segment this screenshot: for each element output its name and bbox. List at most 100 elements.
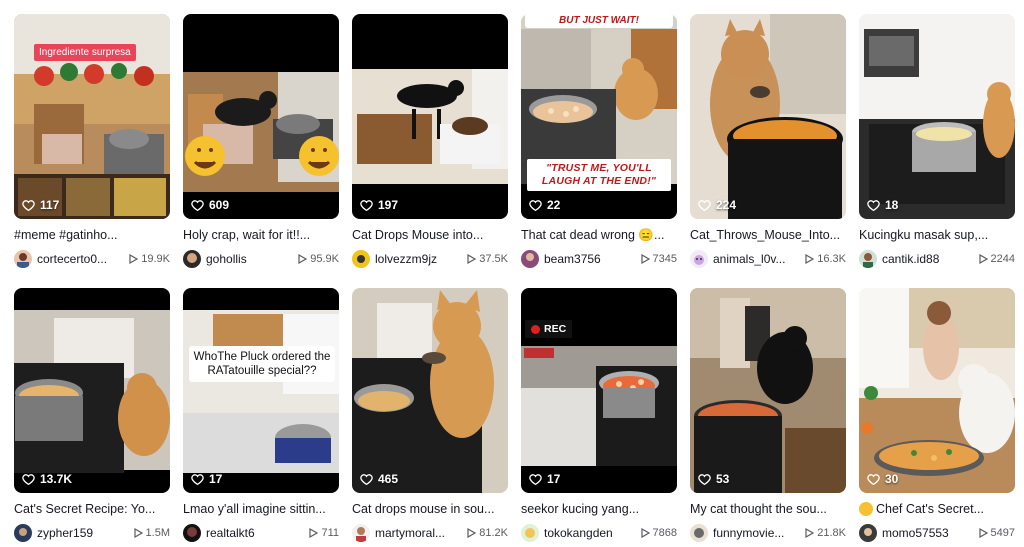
heart-outline-icon: [867, 473, 880, 485]
video-thumbnail[interactable]: 224: [690, 14, 846, 219]
plays-value: 1.5M: [145, 527, 170, 539]
likes-count: 197: [360, 198, 398, 212]
video-meta: zypher159 1.5M: [14, 524, 170, 542]
overlay-text: Ingrediente surpresa: [34, 44, 136, 61]
avatar[interactable]: [690, 250, 708, 268]
thumbnail-image: [690, 14, 846, 219]
thumbnail-image: [14, 288, 170, 493]
thumbnail-image: [859, 288, 1015, 493]
username[interactable]: martymoral...: [375, 526, 462, 540]
likes-count: 53: [698, 472, 729, 486]
username[interactable]: funnymovie...: [713, 526, 800, 540]
likes-value: 53: [716, 472, 730, 486]
video-card[interactable]: 197 Cat Drops Mouse into... lolvezzm9jz …: [352, 14, 508, 268]
heart-outline-icon: [529, 199, 542, 211]
video-thumbnail[interactable]: 197: [352, 14, 508, 219]
video-caption[interactable]: Holy crap, wait for it!!...: [183, 227, 339, 243]
video-caption[interactable]: My cat thought the sou...: [690, 501, 846, 517]
avatar[interactable]: [352, 250, 370, 268]
likes-count: 18: [867, 198, 898, 212]
play-count: 5497: [978, 527, 1015, 539]
avatar[interactable]: [183, 250, 201, 268]
video-thumbnail[interactable]: 465: [352, 288, 508, 493]
username[interactable]: beam3756: [544, 252, 636, 266]
video-thumbnail[interactable]: 13.7K: [14, 288, 170, 493]
video-card[interactable]: 30 Chef Cat's Secret... momo57553 5497: [859, 288, 1015, 542]
video-card[interactable]: 224 Cat_Throws_Mouse_Into... animals_l0v…: [690, 14, 846, 268]
avatar[interactable]: [521, 250, 539, 268]
username[interactable]: cantik.id88: [882, 252, 974, 266]
heart-outline-icon: [191, 199, 204, 211]
thumbnail-image: [521, 288, 677, 493]
plays-value: 711: [321, 527, 339, 539]
username[interactable]: zypher159: [37, 526, 129, 540]
play-outline-icon: [805, 528, 815, 538]
video-thumbnail[interactable]: 18: [859, 14, 1015, 219]
video-thumbnail[interactable]: 53: [690, 288, 846, 493]
overlay-text: WhoThe Pluck ordered the RATatouille spe…: [189, 346, 335, 382]
video-card[interactable]: REC 17 seekor kucing yang... tokokangden…: [521, 288, 677, 542]
plays-value: 19.9K: [141, 253, 170, 265]
play-outline-icon: [467, 528, 477, 538]
video-caption[interactable]: Cat's Secret Recipe: Yo...: [14, 501, 170, 517]
avatar[interactable]: [690, 524, 708, 542]
likes-count: 13.7K: [22, 472, 72, 486]
play-outline-icon: [640, 254, 650, 264]
video-card[interactable]: BUT JUST WAIT! "TRUST ME, YOU'LL LAUGH A…: [521, 14, 677, 268]
video-caption[interactable]: Kucingku masak sup,...: [859, 227, 1015, 243]
video-thumbnail[interactable]: BUT JUST WAIT! "TRUST ME, YOU'LL LAUGH A…: [521, 14, 677, 219]
video-thumbnail[interactable]: REC 17: [521, 288, 677, 493]
video-caption[interactable]: Lmao y'all imagine sittin...: [183, 501, 339, 517]
play-count: 19.9K: [128, 253, 170, 265]
video-thumbnail[interactable]: 30: [859, 288, 1015, 493]
username[interactable]: realtalkt6: [206, 526, 304, 540]
avatar[interactable]: [521, 524, 539, 542]
avatar[interactable]: [859, 524, 877, 542]
plays-value: 7868: [652, 527, 677, 539]
video-card[interactable]: WhoThe Pluck ordered the RATatouille spe…: [183, 288, 339, 542]
likes-value: 17: [209, 472, 223, 486]
likes-value: 13.7K: [40, 472, 73, 486]
video-meta: realtalkt6 711: [183, 524, 339, 542]
username[interactable]: tokokangden: [544, 526, 636, 540]
avatar[interactable]: [14, 250, 32, 268]
video-card[interactable]: 53 My cat thought the sou... funnymovie.…: [690, 288, 846, 542]
play-outline-icon: [467, 254, 477, 264]
video-card[interactable]: 13.7K Cat's Secret Recipe: Yo... zypher1…: [14, 288, 170, 542]
username[interactable]: animals_l0v...: [713, 252, 800, 266]
likes-value: 18: [885, 198, 899, 212]
video-caption[interactable]: Chef Cat's Secret...: [859, 501, 1015, 517]
video-caption[interactable]: Cat drops mouse in sou...: [352, 501, 508, 517]
play-count: 81.2K: [466, 527, 508, 539]
avatar[interactable]: [183, 524, 201, 542]
avatar[interactable]: [859, 250, 877, 268]
avatar[interactable]: [14, 524, 32, 542]
heart-outline-icon: [529, 473, 542, 485]
video-caption[interactable]: #meme #gatinho...: [14, 227, 170, 243]
video-meta: tokokangden 7868: [521, 524, 677, 542]
overlay-text-top: BUT JUST WAIT!: [525, 14, 673, 28]
heart-outline-icon: [698, 473, 711, 485]
likes-count: 224: [698, 198, 736, 212]
username[interactable]: cortecerto0...: [37, 252, 124, 266]
likes-value: 17: [547, 472, 561, 486]
username[interactable]: lolvezzm9jz: [375, 252, 462, 266]
video-caption[interactable]: Cat Drops Mouse into...: [352, 227, 508, 243]
video-caption[interactable]: Cat_Throws_Mouse_Into...: [690, 227, 846, 243]
video-card[interactable]: 18 Kucingku masak sup,... cantik.id88 22…: [859, 14, 1015, 268]
likes-value: 30: [885, 472, 899, 486]
play-outline-icon: [298, 254, 308, 264]
video-caption[interactable]: That cat dead wrong 😑...: [521, 227, 677, 243]
video-thumbnail[interactable]: Ingrediente surpresa 117: [14, 14, 170, 219]
video-card[interactable]: Ingrediente surpresa 117 #meme #gatinho.…: [14, 14, 170, 268]
heart-outline-icon: [191, 473, 204, 485]
username[interactable]: momo57553: [882, 526, 974, 540]
username[interactable]: gohollis: [206, 252, 293, 266]
video-thumbnail[interactable]: 609: [183, 14, 339, 219]
video-caption[interactable]: seekor kucing yang...: [521, 501, 677, 517]
video-card[interactable]: 609 Holy crap, wait for it!!... gohollis…: [183, 14, 339, 268]
avatar[interactable]: [352, 524, 370, 542]
video-card[interactable]: 465 Cat drops mouse in sou... martymoral…: [352, 288, 508, 542]
likes-count: 609: [191, 198, 229, 212]
video-thumbnail[interactable]: WhoThe Pluck ordered the RATatouille spe…: [183, 288, 339, 493]
